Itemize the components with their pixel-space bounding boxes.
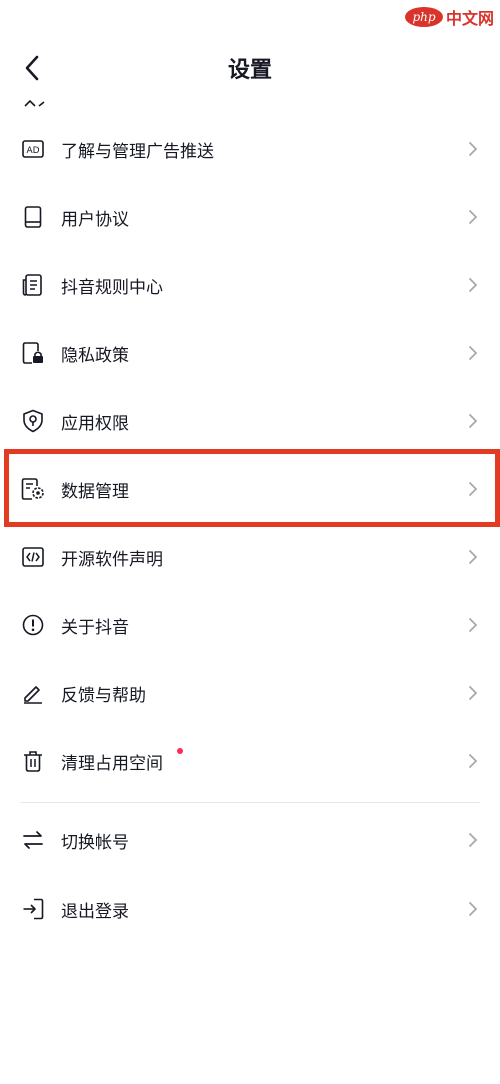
section-divider bbox=[20, 802, 480, 803]
watermark-text: 中文网 bbox=[445, 9, 494, 28]
menu-item-rules-center[interactable]: 抖音规则中心 bbox=[0, 251, 500, 319]
watermark-logo: php bbox=[404, 7, 443, 27]
menu-item-label: 用户协议 bbox=[61, 209, 129, 230]
chevron-right-icon bbox=[466, 615, 480, 635]
menu-item-label: 隐私政策 bbox=[61, 345, 129, 366]
rules-document-icon bbox=[20, 272, 46, 298]
logout-icon bbox=[20, 896, 46, 922]
chevron-right-icon bbox=[466, 411, 480, 431]
menu-item-switch-account[interactable]: 切换帐号 bbox=[0, 806, 500, 874]
menu-item-label: 关于抖音 bbox=[61, 617, 129, 638]
chevron-right-icon bbox=[466, 899, 480, 919]
data-settings-icon bbox=[20, 476, 46, 502]
menu-item-open-source[interactable]: 开源软件声明 bbox=[0, 523, 500, 591]
chevron-right-icon bbox=[466, 275, 480, 295]
chevron-right-icon bbox=[466, 139, 480, 159]
code-icon bbox=[20, 544, 46, 570]
page-title: 设置 bbox=[227, 58, 272, 83]
permission-shield-icon bbox=[20, 408, 46, 434]
privacy-lock-icon bbox=[20, 340, 46, 366]
menu-item-label: 反馈与帮助 bbox=[61, 685, 146, 706]
info-icon bbox=[20, 612, 46, 638]
chevron-right-icon bbox=[466, 683, 480, 703]
chevron-right-icon bbox=[466, 343, 480, 363]
menu-item-label: 数据管理 bbox=[61, 481, 129, 502]
menu-item-feedback-help[interactable]: 反馈与帮助 bbox=[0, 659, 500, 727]
switch-arrows-icon bbox=[20, 827, 46, 853]
menu-item-logout[interactable]: 退出登录 bbox=[0, 875, 500, 943]
menu-item-data-management[interactable]: 数据管理 bbox=[0, 455, 500, 523]
chevron-right-icon bbox=[466, 479, 480, 499]
menu-item-ad-management[interactable]: AD 了解与管理广告推送 bbox=[0, 115, 500, 183]
menu-item-label: 退出登录 bbox=[61, 901, 129, 922]
ad-icon: AD bbox=[20, 136, 46, 162]
chevron-right-icon bbox=[466, 751, 480, 771]
menu-item-label: 应用权限 bbox=[61, 413, 129, 434]
menu-item-user-agreement[interactable]: 用户协议 bbox=[0, 183, 500, 251]
menu-item-app-permissions[interactable]: 应用权限 bbox=[0, 387, 500, 455]
trash-icon bbox=[20, 748, 46, 774]
chevron-right-icon bbox=[466, 547, 480, 567]
svg-text:AD: AD bbox=[26, 146, 39, 156]
menu-item-label: 抖音规则中心 bbox=[61, 277, 163, 298]
pencil-icon bbox=[20, 680, 46, 706]
notification-dot bbox=[177, 748, 183, 754]
menu-item-label: 清理占用空间 bbox=[61, 753, 163, 774]
menu-item-clear-storage[interactable]: 清理占用空间 bbox=[0, 727, 500, 795]
partial-scrolled-icon bbox=[22, 96, 48, 108]
chevron-right-icon bbox=[466, 830, 480, 850]
chevron-right-icon bbox=[466, 207, 480, 227]
top-bar: 设置 php 中文网 bbox=[0, 0, 500, 100]
menu-item-label: 切换帐号 bbox=[61, 832, 129, 853]
watermark: php 中文网 bbox=[404, 4, 494, 30]
menu-item-label: 开源软件声明 bbox=[61, 549, 163, 570]
menu-item-about-douyin[interactable]: 关于抖音 bbox=[0, 591, 500, 659]
menu-item-label: 了解与管理广告推送 bbox=[61, 141, 214, 162]
book-icon bbox=[20, 204, 46, 230]
menu-item-privacy-policy[interactable]: 隐私政策 bbox=[0, 319, 500, 387]
